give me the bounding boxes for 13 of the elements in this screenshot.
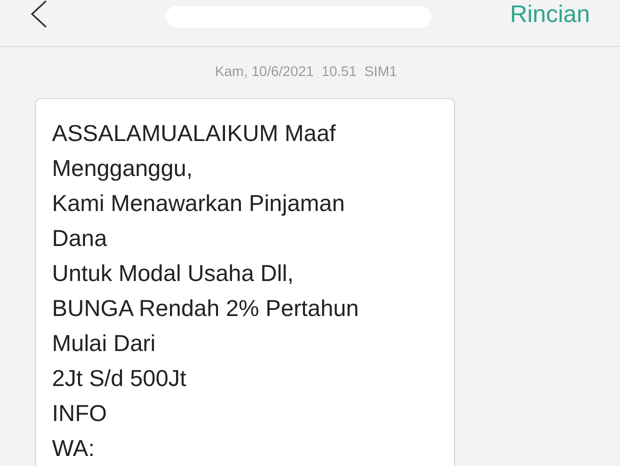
message-text-line: 2Jt S/d 500Jt [52,364,188,393]
message-text-line: Kami Menawarkan Pinjaman [52,189,346,218]
back-icon[interactable] [30,0,48,30]
message-text-line: Mulai Dari [52,329,157,358]
message-text-line: Dana [52,224,108,253]
message-timestamp: Kam, 10/6/2021 10.51 SIM1 [214,62,398,81]
message-text-line: INFO [52,399,108,428]
details-link[interactable]: Rincian [510,0,590,33]
message-text-line: Mengganggu, [52,154,194,183]
message-text-line: WA: [52,434,96,463]
message-text-line: ASSALAMUALAIKUM Maaf [52,119,337,148]
message-text-line: BUNGA Rendah 2% Pertahun [52,294,360,323]
message-text-line: Untuk Modal Usaha Dll, [52,259,295,288]
